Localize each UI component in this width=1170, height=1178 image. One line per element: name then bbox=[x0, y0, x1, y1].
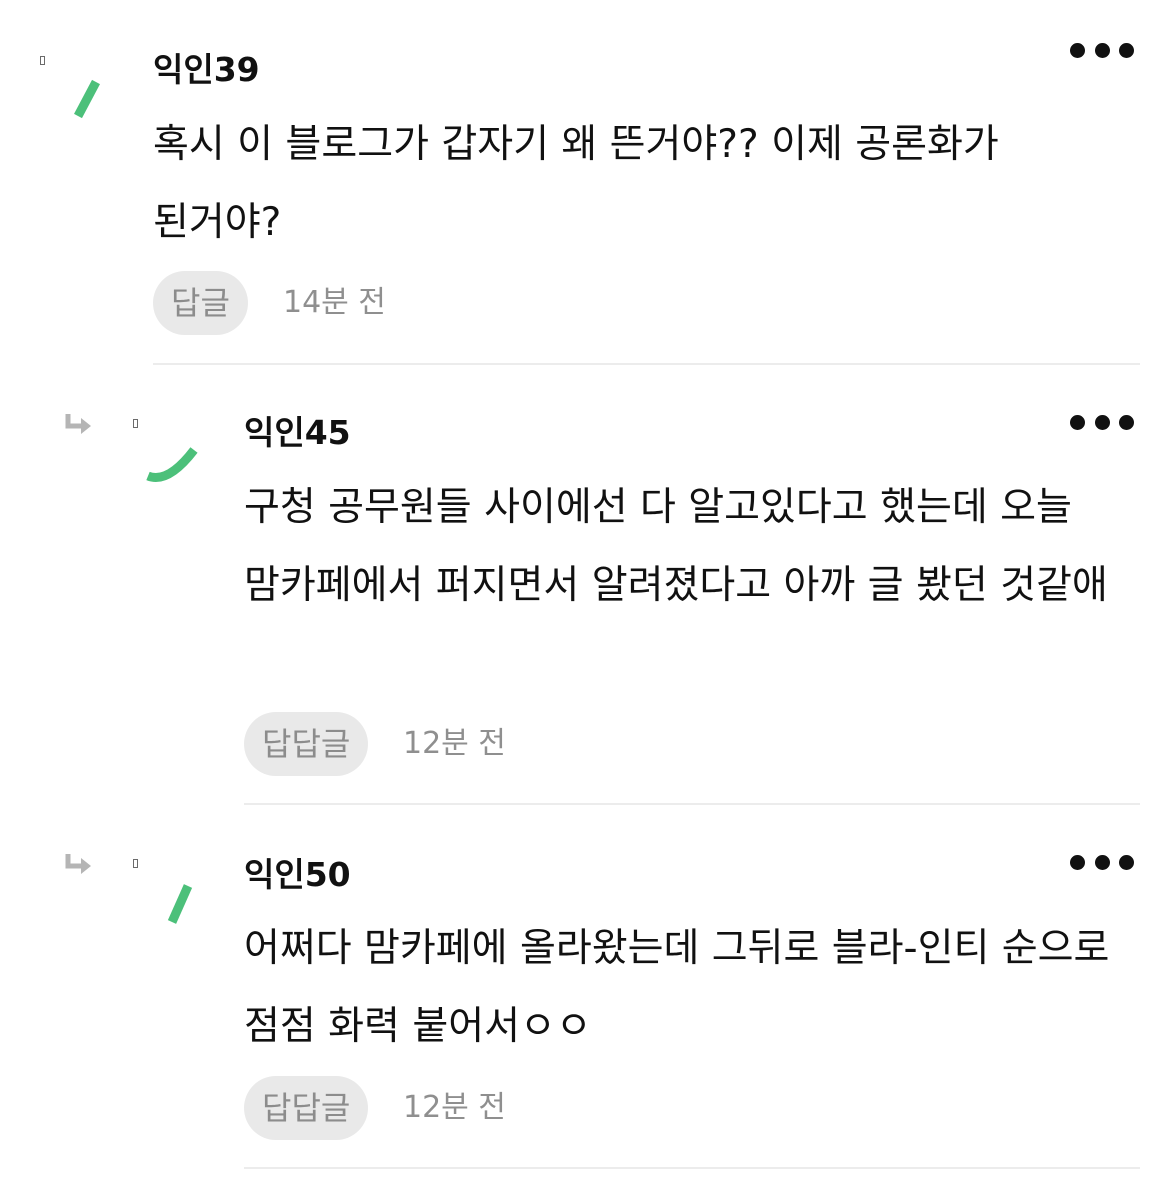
broken-image-icon bbox=[133, 859, 138, 868]
reply-arrow-icon bbox=[65, 854, 91, 874]
comment-timestamp: 12분 전 bbox=[403, 1090, 506, 1125]
more-dots-icon[interactable] bbox=[1070, 852, 1134, 872]
avatar-icon[interactable] bbox=[150, 876, 206, 932]
reply-button[interactable]: 답답글 bbox=[244, 1076, 369, 1140]
divider bbox=[244, 1167, 1140, 1169]
comment-author[interactable]: 익인50 bbox=[244, 855, 351, 895]
comment-text: 어쩌다 맘카페에 올라왔는데 그뒤로 블라-인티 순으로 점점 화력 붙어서ㅇㅇ bbox=[244, 926, 1110, 1049]
comment-item: 익인50 어쩌다 맘카페에 올라왔는데 그뒤로 블라-인티 순으로 점점 화력 … bbox=[0, 0, 1170, 1170]
